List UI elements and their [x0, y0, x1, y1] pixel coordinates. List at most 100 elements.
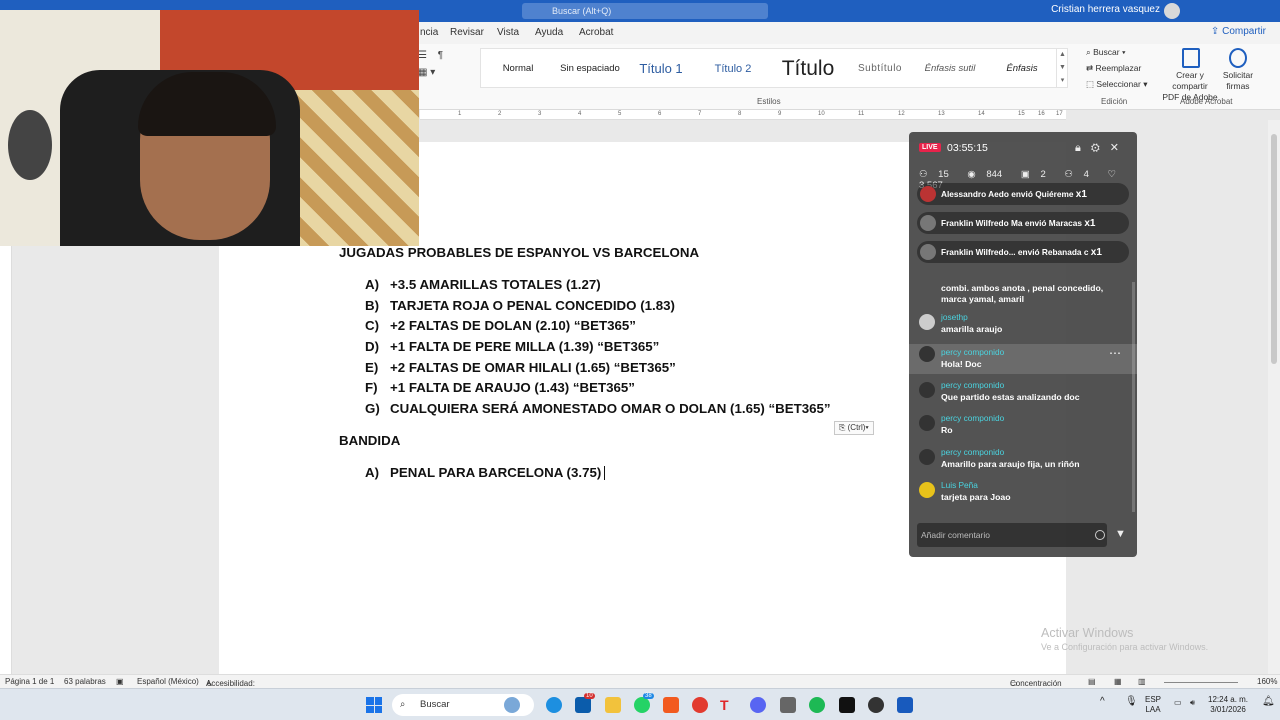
spotify-icon[interactable]	[809, 697, 825, 713]
vertical-ruler[interactable]	[0, 246, 12, 674]
find-button[interactable]: ⌕ Buscar ▾	[1086, 47, 1126, 58]
pilcrow-icon[interactable]: ¶	[438, 50, 443, 61]
tab-referencias[interactable]: ncia	[420, 27, 438, 38]
page-count[interactable]: Página 1 de 1	[5, 677, 54, 686]
chat-message[interactable]: josethp amarilla araujo	[909, 312, 1137, 342]
list-item-text[interactable]: TARJETA ROJA O PENAL CONCEDIDO (1.83)	[390, 298, 675, 313]
widgets-icon[interactable]	[504, 697, 520, 713]
chat-message[interactable]: percy componido Amarillo para araujo fij…	[909, 447, 1137, 477]
chat-username[interactable]: percy componido	[941, 413, 1004, 423]
language-indicator[interactable]: Español (México)	[137, 677, 199, 686]
live-chat-panel[interactable]: LIVE 03:55:15 🔒︎⚙︎✕ ⚇ 15 ◉ 844 ▣ 2 ⚇ 4 ♡…	[909, 132, 1137, 557]
chat-username[interactable]: percy componido	[941, 447, 1004, 457]
tiktok-icon[interactable]	[839, 697, 855, 713]
style-normal[interactable]: Normal	[481, 49, 555, 89]
user-avatar[interactable]	[1164, 3, 1180, 19]
scrollbar-thumb[interactable]	[1271, 134, 1277, 364]
close-icon[interactable]: ✕	[1110, 142, 1129, 154]
style-sin-espaciado[interactable]: Sin espaciado	[555, 49, 625, 89]
list-item-text[interactable]: +2 FALTAS DE DOLAN (2.10) “BET365”	[390, 318, 636, 333]
chat-scrollbar[interactable]	[1132, 282, 1135, 512]
document-heading-1[interactable]: JUGADAS PROBABLES DE ESPANYOL VS BARCELO…	[339, 245, 699, 260]
gift-text: Franklin Wilfredo Ma envió Maracas	[941, 218, 1083, 228]
discord-icon[interactable]	[750, 697, 766, 713]
styles-gallery: Normal Sin espaciado Título 1 Título 2 T…	[480, 48, 1068, 88]
style-enfasis[interactable]: Énfasis	[987, 49, 1057, 89]
style-subtitulo[interactable]: Subtítulo	[847, 49, 913, 89]
chat-username[interactable]: Luis Peña	[941, 480, 978, 490]
watermark-title: Activar Windows	[1041, 626, 1134, 640]
paste-options-button[interactable]: ⎘ (Ctrl)▾	[834, 421, 874, 435]
style-enfasis-sutil[interactable]: Énfasis sutil	[913, 49, 987, 89]
settings-icon[interactable]: ⚙︎	[1091, 142, 1110, 154]
select-button[interactable]: ⬚ Seleccionar ▾	[1086, 79, 1147, 90]
chat-message[interactable]: percy componido Ro	[909, 413, 1137, 443]
windows-start-icon[interactable]	[366, 697, 382, 713]
chat-username[interactable]: josethp	[941, 312, 968, 322]
chat-username[interactable]: percy componido	[941, 380, 1004, 390]
list-item-text[interactable]: +1 FALTA DE PERE MILLA (1.39) “BET365”	[390, 339, 659, 354]
replace-button[interactable]: ⇄ Reemplazar	[1086, 63, 1141, 74]
share-button[interactable]: ⇪ Compartir	[1211, 26, 1266, 37]
vertical-scrollbar[interactable]	[1268, 120, 1280, 674]
style-titulo[interactable]: Título	[769, 49, 847, 89]
group-label-editing: Edición	[1101, 97, 1128, 106]
search-icon: ⌕	[400, 699, 406, 710]
style-titulo-1[interactable]: Título 1	[625, 49, 697, 89]
file-explorer-icon[interactable]	[605, 697, 621, 713]
chat-message[interactable]: percy componido Hola! Doc ⋯	[909, 344, 1137, 374]
gift-multiplier: x1	[1090, 247, 1102, 258]
word-count[interactable]: 63 palabras	[64, 677, 106, 686]
chat-message[interactable]: Luis Peña tarjeta para Joao	[909, 480, 1137, 510]
tab-acrobat[interactable]: Acrobat	[579, 27, 613, 38]
style-titulo-2[interactable]: Título 2	[697, 49, 769, 89]
volume-icon[interactable]: 🔊︎	[1190, 698, 1195, 708]
ruler-number: 4	[578, 111, 582, 117]
horizontal-ruler[interactable]: 1 2 3 4 5 6 7 8 9 10 11 12 13 14 15 16 1…	[420, 110, 1066, 120]
list-item-text[interactable]: +2 FALTAS DE OMAR HILALI (1.65) “BET365”	[390, 360, 676, 375]
zoom-slider[interactable]	[1164, 682, 1238, 683]
pdf-icon	[1182, 48, 1200, 68]
list-letter: F)	[365, 380, 378, 395]
tab-vista[interactable]: Vista	[497, 27, 519, 38]
read-mode-icon[interactable]: ▤	[1088, 677, 1096, 686]
list-item-text[interactable]: CUALQUIERA SERÁ AMONESTADO OMAR O DOLAN …	[390, 401, 831, 416]
proofing-icon[interactable]: ▣	[116, 677, 124, 686]
list-item-text[interactable]: +1 FALTA DE ARAUJO (1.43) “BET365”	[390, 380, 635, 395]
mail-icon[interactable]	[575, 697, 591, 713]
document-heading-2[interactable]: BANDIDA	[339, 433, 400, 448]
network-icon[interactable]: ▭	[1174, 698, 1182, 708]
comment-input[interactable]: Añadir comentario	[917, 523, 1107, 547]
styles-gallery-scroll[interactable]: ▲ ▼ ▾	[1056, 48, 1068, 88]
tab-ayuda[interactable]: Ayuda	[535, 27, 563, 38]
calculator-icon[interactable]	[780, 697, 796, 713]
print-layout-icon[interactable]: ▦	[1114, 677, 1122, 686]
list-item-text-active[interactable]: PENAL PARA BARCELONA (3.75)	[390, 465, 606, 481]
chat-message[interactable]: percy componido Que partido estas analiz…	[909, 380, 1137, 410]
list-item-text[interactable]: +3.5 AMARILLAS TOTALES (1.27)	[390, 277, 601, 292]
chrome-icon[interactable]	[692, 697, 708, 713]
chat-username[interactable]: percy componido	[941, 347, 1004, 357]
title-search-box[interactable]: Buscar (Alt+Q)	[522, 3, 768, 19]
microphone-icon[interactable]: 🎙︎	[1125, 697, 1138, 707]
list-icon[interactable]: ☰	[418, 50, 427, 61]
lock-icon[interactable]: 🔒︎	[1075, 142, 1091, 154]
obs-icon[interactable]	[868, 697, 884, 713]
typora-icon[interactable]: T	[720, 697, 736, 713]
edge-icon[interactable]	[546, 697, 562, 713]
whatsapp-icon[interactable]	[634, 697, 650, 713]
notifications-icon[interactable]: 🔔︎	[1262, 697, 1275, 707]
language-switcher[interactable]: ESP LAA	[1145, 695, 1161, 715]
emoji-icon[interactable]	[1095, 530, 1105, 540]
brave-icon[interactable]	[663, 697, 679, 713]
more-options-icon[interactable]: ⋯	[1109, 346, 1121, 360]
borders-icon[interactable]: ▦ ▾	[418, 67, 443, 78]
word-icon[interactable]	[897, 697, 913, 713]
clock[interactable]: 12:24 a. m. 3/01/2026	[1208, 695, 1248, 715]
tab-revisar[interactable]: Revisar	[450, 27, 484, 38]
send-icon[interactable]: ▼	[1115, 528, 1126, 540]
chevron-up-icon[interactable]: ^	[1100, 697, 1105, 707]
request-signatures-button[interactable]: Solicitar firmas	[1222, 70, 1254, 92]
zoom-level[interactable]: 160%	[1257, 677, 1277, 686]
web-layout-icon[interactable]: ▥	[1138, 677, 1146, 686]
